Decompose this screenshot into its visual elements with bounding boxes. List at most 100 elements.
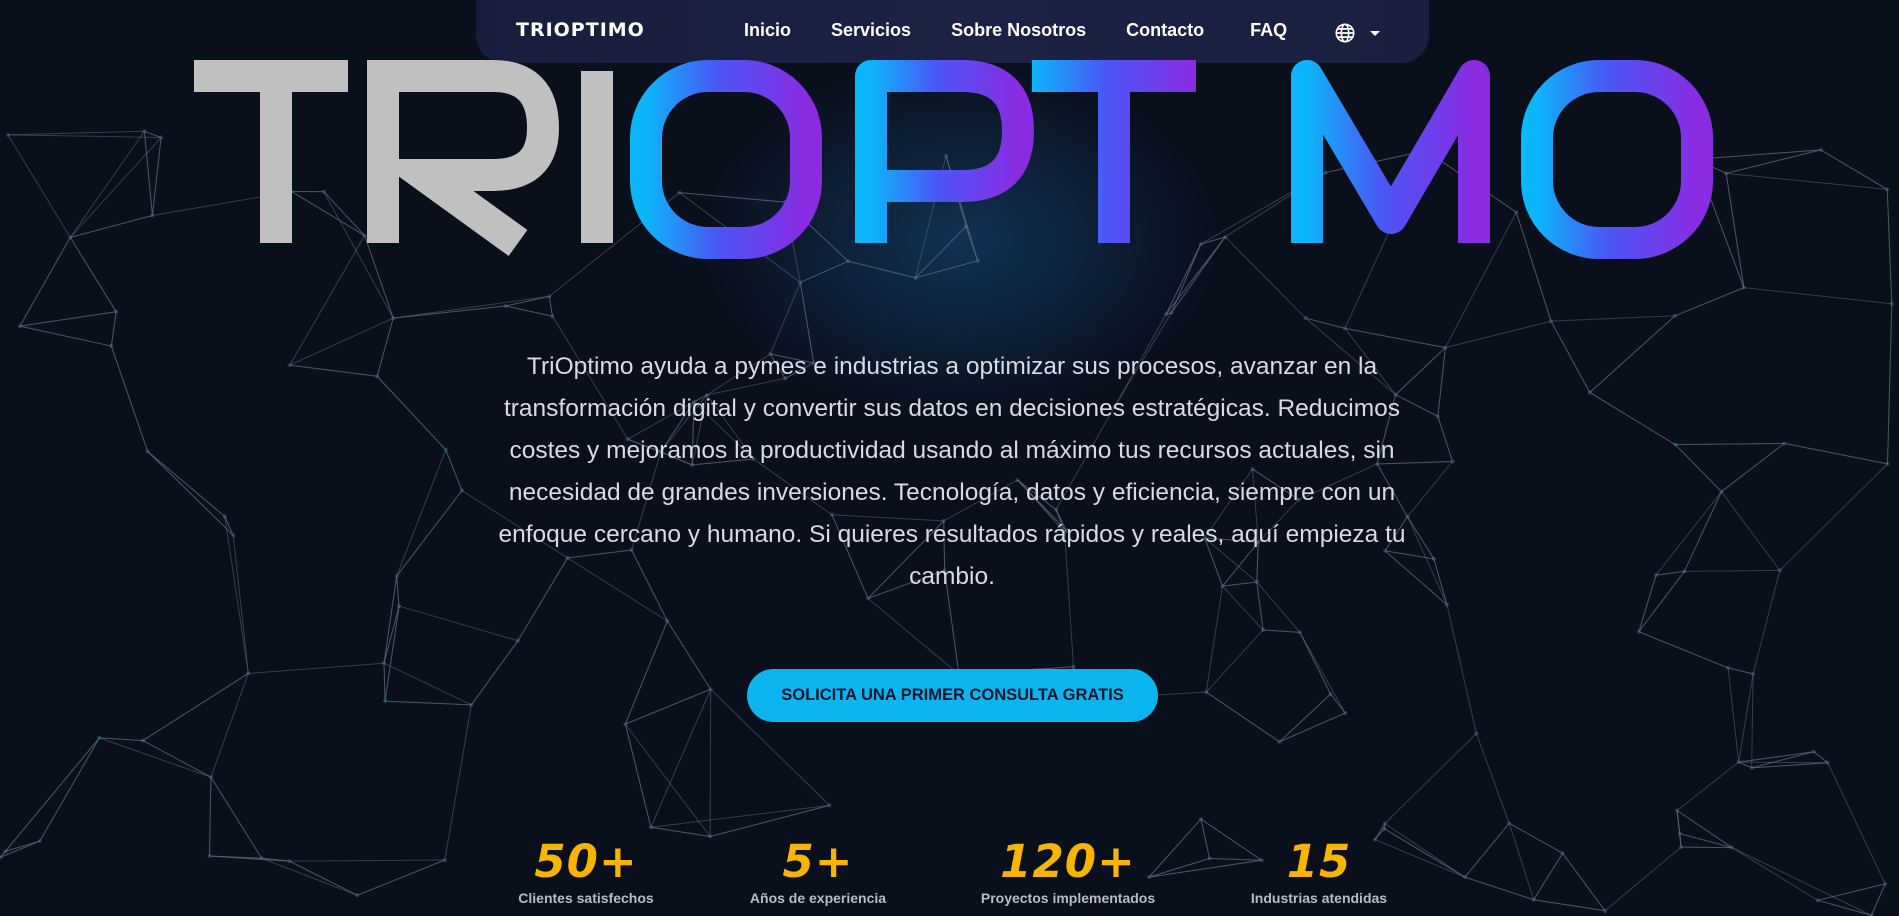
network-line: [1675, 442, 1785, 446]
network-line: [1205, 586, 1223, 693]
network-line: [1550, 320, 1591, 393]
network-line: [1728, 667, 1754, 675]
network-line: [1279, 712, 1346, 743]
network-line: [1205, 691, 1280, 743]
network-node: [1726, 665, 1731, 670]
network-node: [442, 858, 447, 863]
network-line: [1299, 632, 1332, 695]
network-line: [1638, 631, 1729, 669]
network-line: [1784, 442, 1888, 465]
network-line: [445, 449, 463, 491]
network-line: [1533, 852, 1564, 901]
network-line: [232, 535, 249, 674]
network-line: [70, 215, 153, 238]
network-line: [151, 137, 162, 216]
network-node: [1603, 908, 1608, 913]
network-line: [867, 598, 960, 675]
network-line: [1433, 558, 1448, 605]
network-line: [709, 689, 712, 837]
network-line: [1817, 883, 1886, 901]
network-line: [396, 490, 463, 577]
brand-logo[interactable]: TRIOPTIMO: [516, 19, 645, 41]
network-line: [1562, 852, 1606, 912]
network-line: [289, 364, 378, 377]
network-line: [1655, 570, 1685, 576]
network-line: [1279, 693, 1331, 743]
stat-label: Años de experiencia: [749, 890, 887, 906]
network-line: [384, 605, 400, 702]
stat-label: Clientes satisfechos: [518, 890, 654, 906]
globe-icon: [1334, 22, 1356, 44]
stat-years: 5+ Años de experiencia: [698, 832, 938, 906]
network-line: [1751, 673, 1754, 768]
network-line: [357, 859, 446, 896]
network-line: [1384, 733, 1477, 824]
network-line: [1827, 762, 1886, 885]
network-line: [1638, 571, 1685, 633]
network-line: [650, 804, 830, 828]
stat-label: Industrias atendidas: [1250, 890, 1388, 906]
network-line: [1464, 822, 1510, 878]
network-line: [1813, 751, 1828, 764]
network-node: [1736, 760, 1741, 765]
caret-down-icon: [1370, 30, 1380, 36]
nav-link-inicio[interactable]: Inicio: [744, 20, 791, 41]
network-node: [1885, 187, 1890, 192]
network-line: [800, 260, 849, 283]
network-line: [1437, 416, 1453, 462]
network-line: [393, 295, 550, 319]
nav-link-sobre-nosotros[interactable]: Sobre Nosotros: [951, 20, 1086, 41]
network-line: [393, 305, 506, 319]
network-line: [624, 724, 652, 828]
language-selector[interactable]: [1334, 22, 1380, 44]
network-line: [1887, 303, 1893, 464]
network-node: [114, 309, 119, 314]
network-node: [141, 738, 146, 743]
network-line: [1604, 846, 1682, 912]
network-line: [1752, 570, 1781, 675]
network-line: [376, 318, 394, 377]
network-line: [248, 662, 385, 674]
network-line: [1738, 751, 1814, 763]
stat-value: 5+: [782, 835, 854, 888]
network-line: [142, 740, 212, 778]
network-line: [5, 840, 41, 852]
network-line: [7, 130, 145, 136]
network-line: [470, 640, 519, 706]
network-node: [1654, 573, 1659, 578]
network-node: [5, 132, 10, 137]
network-line: [1738, 761, 1752, 769]
network-line: [1679, 833, 1733, 849]
network-line: [144, 130, 162, 138]
nav-links: Inicio Servicios Sobre Nosotros Contacto…: [744, 20, 1327, 41]
stat-value: 120+: [1000, 835, 1136, 888]
network-line: [1886, 189, 1893, 304]
network-line: [1674, 287, 1745, 317]
network-node: [459, 488, 464, 493]
network-node: [1815, 898, 1820, 903]
nav-link-contacto[interactable]: Contacto: [1126, 20, 1204, 41]
network-line: [1727, 667, 1740, 763]
network-line: [1446, 604, 1477, 734]
network-line: [19, 237, 71, 327]
network-node: [1435, 414, 1440, 419]
network-node: [1204, 690, 1209, 695]
network-line: [548, 296, 553, 317]
network-node: [827, 803, 832, 808]
network-line: [1731, 847, 1872, 916]
network-line: [19, 311, 117, 327]
network-line: [69, 137, 162, 238]
network-line: [210, 776, 263, 859]
nav-link-faq[interactable]: FAQ: [1250, 20, 1287, 41]
network-line: [1684, 569, 1780, 572]
network-line: [1330, 693, 1346, 714]
network-line: [1589, 315, 1676, 393]
nav-link-servicios[interactable]: Servicios: [831, 20, 911, 41]
network-line: [376, 375, 447, 451]
network-line: [505, 305, 553, 317]
network-line: [1738, 761, 1828, 764]
network-line: [1725, 173, 1745, 288]
free-consultation-button[interactable]: SOLICITA UNA PRIMER CONSULTA GRATIS: [747, 669, 1158, 722]
network-node: [1673, 442, 1678, 447]
network-line: [1263, 629, 1300, 633]
